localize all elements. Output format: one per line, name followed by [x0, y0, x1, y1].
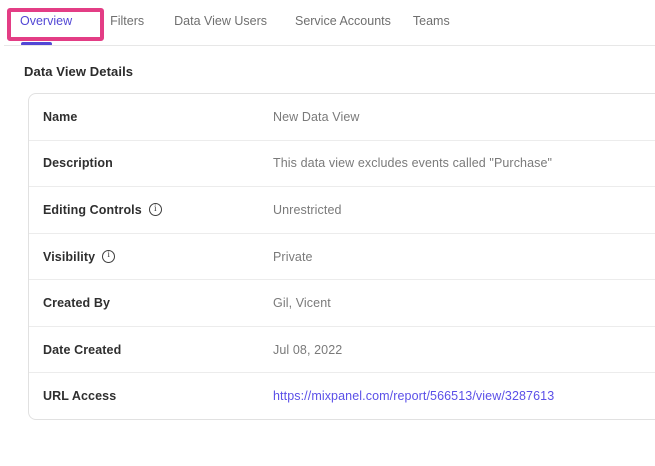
tab-service-accounts[interactable]: Service Accounts	[295, 14, 391, 28]
detail-label-cell: URL Access	[29, 389, 273, 403]
page-title: Data View Details	[24, 64, 133, 79]
detail-row-url-access: URL Access https://mixpanel.com/report/5…	[29, 373, 655, 419]
page: Overview Filters Data View Users Service…	[0, 0, 655, 466]
visibility-label: Visibility	[43, 250, 95, 264]
detail-label-cell: Editing Controls i	[29, 203, 273, 217]
editing-controls-value: Unrestricted	[273, 203, 342, 217]
detail-row-editing-controls: Editing Controls i Unrestricted	[29, 187, 655, 234]
description-label: Description	[43, 156, 113, 170]
tab-bar-divider	[4, 45, 655, 46]
tab-filters[interactable]: Filters	[110, 14, 144, 28]
detail-label-cell: Date Created	[29, 343, 273, 357]
tab-overview[interactable]: Overview	[20, 14, 72, 28]
info-icon[interactable]: i	[102, 250, 115, 263]
created-by-value: Gil, Vicent	[273, 296, 331, 310]
url-access-link[interactable]: https://mixpanel.com/report/566513/view/…	[273, 389, 554, 403]
visibility-value: Private	[273, 250, 313, 264]
detail-row-name: Name New Data View	[29, 94, 655, 141]
detail-label-cell: Created By	[29, 296, 273, 310]
name-label: Name	[43, 110, 77, 124]
details-card: Name New Data View Description This data…	[28, 93, 655, 420]
detail-row-description: Description This data view excludes even…	[29, 141, 655, 188]
url-access-label: URL Access	[43, 389, 116, 403]
detail-row-created-by: Created By Gil, Vicent	[29, 280, 655, 327]
created-by-label: Created By	[43, 296, 110, 310]
detail-label-cell: Visibility i	[29, 250, 273, 264]
name-value: New Data View	[273, 110, 360, 124]
date-created-label: Date Created	[43, 343, 121, 357]
editing-controls-label: Editing Controls	[43, 203, 142, 217]
detail-row-visibility: Visibility i Private	[29, 234, 655, 281]
detail-label-cell: Description	[29, 156, 273, 170]
tab-bar: Overview Filters Data View Users Service…	[20, 14, 450, 28]
tab-data-view-users[interactable]: Data View Users	[174, 14, 267, 28]
date-created-value: Jul 08, 2022	[273, 343, 342, 357]
detail-label-cell: Name	[29, 110, 273, 124]
info-icon[interactable]: i	[149, 203, 162, 216]
description-value: This data view excludes events called "P…	[273, 156, 552, 170]
tab-teams[interactable]: Teams	[413, 14, 450, 28]
detail-row-date-created: Date Created Jul 08, 2022	[29, 327, 655, 374]
